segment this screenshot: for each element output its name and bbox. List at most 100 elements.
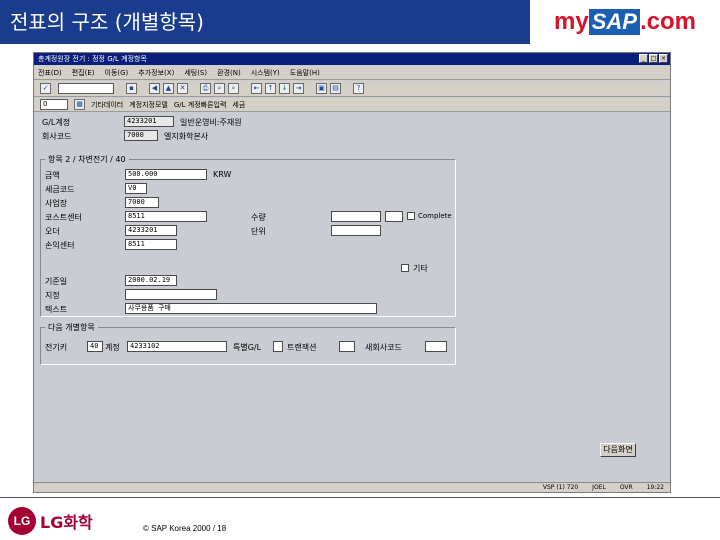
quantity-field[interactable] (331, 211, 381, 222)
lg-chem-logo: LG LG화학 (8, 507, 93, 535)
close-icon[interactable]: × (659, 54, 668, 63)
more-checkbox[interactable] (401, 264, 409, 272)
company-code-desc: 엘지화학본사 (164, 132, 209, 141)
posting-key-label: 전기키 (45, 343, 68, 352)
gl-account-label: G/L계정 (42, 118, 71, 127)
amount-field[interactable]: 500.000 (125, 169, 207, 180)
menu-environment[interactable]: 환경(N) (217, 68, 241, 78)
tax-code-label: 세금코드 (45, 185, 75, 194)
menu-system[interactable]: 시스템(Y) (251, 68, 280, 78)
command-field[interactable] (58, 83, 114, 94)
menu-settings[interactable]: 세팅(S) (184, 68, 207, 78)
gl-account-field: 4233201 (124, 116, 174, 127)
status-bar: VSP (1) 720 JOEL OVR 19:22 (34, 482, 670, 492)
currency-label: KRW (213, 170, 232, 179)
document-number-field[interactable]: 0 (40, 99, 68, 110)
menu-goto[interactable]: 이동(G) (105, 68, 129, 78)
tax-code-field[interactable]: V0 (125, 183, 147, 194)
menubar: 전표(D) 편집(E) 이동(G) 추가정보(X) 세팅(S) 환경(N) 시스… (34, 66, 670, 80)
maximize-icon[interactable]: □ (649, 54, 658, 63)
order-label: 오더 (45, 227, 60, 236)
status-time: 19:22 (646, 484, 664, 491)
next-item-title: 다음 개별항목 (45, 322, 98, 333)
assignment-label: 지정 (45, 291, 60, 300)
complete-label: Complete (418, 212, 452, 220)
value-date-field[interactable]: 2000.02.19 (125, 275, 177, 286)
next-item-group: 다음 개별항목 전기키 40 계정 4233102 특별G/L 트랜잭션 새회사… (40, 322, 456, 365)
first-page-icon[interactable]: ⇤ (251, 83, 262, 94)
slide-title: 전표의 구조 (개별항목) (10, 10, 204, 34)
sap-window: 총계정원장 전기 : 정정 G/L 계정항목 _ □ × 전표(D) 편집(E)… (33, 52, 671, 493)
find-next-icon[interactable]: ⌕ (228, 83, 239, 94)
taxes-button[interactable]: 세금 (232, 100, 245, 110)
shortcut-icon[interactable]: ▤ (330, 83, 341, 94)
account-model-button[interactable]: 계정지정모델 (129, 100, 168, 110)
logo-com: .com (639, 8, 696, 35)
business-area-field[interactable]: 7000 (125, 197, 159, 208)
new-company-code-label: 새회사코드 (365, 343, 402, 352)
value-date-label: 기준일 (45, 277, 68, 286)
menu-document[interactable]: 전표(D) (38, 68, 62, 78)
text-field[interactable]: 사무용품 구매 (125, 303, 377, 314)
gl-account-desc: 일반운영비:주재원 (180, 118, 242, 127)
minimize-icon[interactable]: _ (639, 54, 648, 63)
status-mode: OVR (619, 484, 633, 491)
application-toolbar: 0 ▦ 기타데이터 계정지정모델 G/L 계정빠른입력 세금 (34, 98, 670, 112)
status-system: VSP (1) 720 (542, 484, 579, 491)
logo-sap: SAP (588, 9, 640, 35)
menu-help[interactable]: 도움말(H) (290, 68, 320, 78)
account-field[interactable]: 4233102 (127, 341, 227, 352)
special-gl-label: 특별G/L (233, 343, 262, 352)
profit-center-label: 손익센터 (45, 241, 75, 250)
account-label: 계정 (105, 343, 120, 352)
cost-center-label: 코스트센터 (45, 213, 82, 222)
posting-key-field[interactable]: 40 (87, 341, 103, 352)
mysap-logo: my SAP .com (530, 0, 720, 44)
print-icon[interactable]: ⎙ (200, 83, 211, 94)
create-session-icon[interactable]: ▣ (316, 83, 327, 94)
company-code-label: 회사코드 (42, 132, 72, 141)
item-group-title: 항목 2 / 차변전기 / 40 (45, 154, 129, 165)
quantity-label: 수량 (251, 213, 266, 222)
more-data-button[interactable]: 기타데이터 (91, 100, 123, 110)
profit-center-field[interactable]: 8511 (125, 239, 177, 250)
find-icon[interactable]: ⌕ (214, 83, 225, 94)
complete-checkbox[interactable] (407, 212, 415, 220)
overview-icon[interactable]: ▦ (74, 99, 85, 110)
enter-icon[interactable]: ✓ (40, 83, 51, 94)
unit-field[interactable] (331, 225, 381, 236)
last-page-icon[interactable]: ⇥ (293, 83, 304, 94)
screen-body: G/L계정 4233201 일반운영비:주재원 회사코드 7000 엘지화학본사… (34, 113, 670, 480)
assignment-field[interactable] (125, 289, 217, 300)
more-label: 기타 (413, 264, 428, 273)
slide-header: 전표의 구조 (개별항목) my SAP .com (0, 0, 720, 44)
exit-icon[interactable]: ▲ (163, 83, 174, 94)
new-company-code-field[interactable] (425, 341, 447, 352)
next-screen-button[interactable]: 다음화면 (600, 443, 636, 457)
back-icon[interactable]: ◀ (149, 83, 160, 94)
amount-label: 금액 (45, 171, 60, 180)
company-code-field: 7000 (124, 130, 158, 141)
cost-center-field[interactable]: 8511 (125, 211, 207, 222)
cancel-icon[interactable]: ✕ (177, 83, 188, 94)
special-gl-field[interactable] (273, 341, 283, 352)
menu-edit[interactable]: 편집(E) (72, 68, 95, 78)
unit-label: 단위 (251, 227, 266, 236)
help-icon[interactable]: ? (353, 83, 364, 94)
lg-company-name: LG화학 (40, 513, 93, 532)
menu-extras[interactable]: 추가정보(X) (138, 68, 174, 78)
standard-toolbar: ✓ ▪ ◀ ▲ ✕ ⎙ ⌕ ⌕ ⇤ ↑ ↓ ⇥ ▣ ▤ ? (34, 81, 670, 97)
order-field[interactable]: 4233201 (125, 225, 177, 236)
save-icon[interactable]: ▪ (126, 83, 137, 94)
lg-face-icon: LG (8, 507, 36, 535)
text-label: 텍스트 (45, 305, 68, 314)
prev-page-icon[interactable]: ↑ (265, 83, 276, 94)
status-server: JOEL (592, 484, 606, 491)
trans-type-field[interactable] (339, 341, 355, 352)
quantity-unit-field[interactable] (385, 211, 403, 222)
next-page-icon[interactable]: ↓ (279, 83, 290, 94)
footer-divider (0, 497, 720, 498)
business-area-label: 사업장 (45, 199, 68, 208)
logo-my: my (554, 8, 589, 35)
fast-entry-button[interactable]: G/L 계정빠른입력 (174, 100, 227, 110)
